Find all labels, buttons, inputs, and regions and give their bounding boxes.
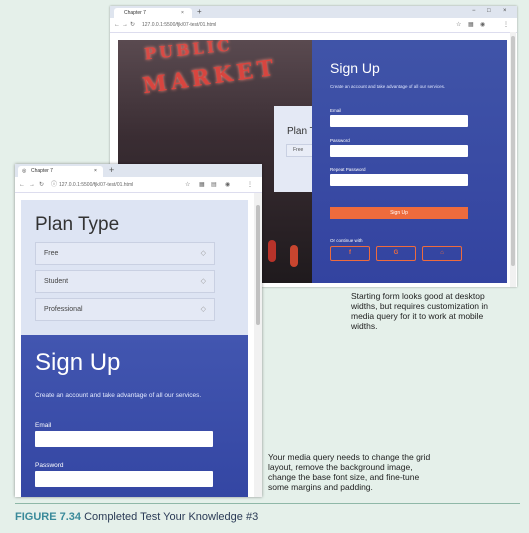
browser-tab[interactable]: Chapter 7 × [114, 8, 192, 18]
profile-icon[interactable]: ◉ [225, 180, 230, 190]
tab-title: Chapter 7 [31, 168, 53, 174]
facebook-icon: f [349, 250, 351, 256]
plan-option-student[interactable]: Student ◇ [35, 270, 215, 293]
plan-option-professional[interactable]: Professional ◇ [35, 298, 215, 321]
email-label: Email [35, 422, 52, 429]
mobile-browser-window: ◎ Chapter 7 × + ← → ↻ ⓘ 127.0.0.1:5500/f… [15, 164, 262, 497]
tab-close-icon[interactable]: × [181, 8, 184, 18]
radio-icon: ◇ [200, 306, 206, 313]
address-bar: ← → ↻ ⓘ 127.0.0.1:5500/fjk/07-test/01.ht… [15, 177, 262, 193]
figure-caption: FIGURE 7.34 Completed Test Your Knowledg… [15, 511, 258, 523]
plan-type-panel: Plan Type Free ◇ Student ◇ Professional … [21, 200, 248, 335]
note-line: some margins and padding. [268, 482, 373, 492]
new-tab-icon[interactable]: + [197, 7, 202, 17]
note-line: Your media query needs to change the gri… [268, 452, 431, 462]
sign-text-public: PUBLIC [143, 40, 234, 64]
email-field[interactable] [330, 115, 468, 127]
url-input[interactable]: 127.0.0.1:5500/fjk/07-test/01.html [142, 21, 462, 29]
scrollbar[interactable] [510, 32, 516, 287]
tab-bar: Chapter 7 × + − □ × [110, 6, 517, 18]
bookmark-star-icon[interactable]: ☆ [456, 20, 461, 30]
plan-option-label: Professional [44, 306, 83, 313]
signup-subtitle: Create an account and take advantage of … [330, 84, 446, 89]
tab-bar: ◎ Chapter 7 × + [15, 164, 262, 177]
reload-icon[interactable]: ↻ [39, 180, 44, 190]
reading-list-icon[interactable]: ▤ [211, 180, 217, 190]
extensions-icon[interactable]: ▦ [199, 180, 205, 190]
menu-icon[interactable]: ⋮ [503, 20, 509, 30]
signup-button[interactable]: Sign Up [330, 207, 468, 219]
signup-panel: Sign Up Create an account and take advan… [21, 335, 248, 497]
figure-caption-text: Completed Test Your Knowledge #3 [84, 511, 259, 523]
back-icon[interactable]: ← [19, 180, 25, 190]
password-label: Password [35, 462, 64, 469]
password-field[interactable] [330, 145, 468, 157]
or-continue-text: Or continue with [330, 238, 363, 243]
extensions-icon[interactable]: ▦ [468, 20, 474, 30]
plan-option-label: Free [44, 250, 59, 257]
figure-number: FIGURE 7.34 [15, 511, 82, 523]
signup-panel: Sign Up Create an account and take advan… [312, 40, 507, 283]
reload-icon[interactable]: ↻ [130, 20, 135, 30]
repeat-password-label: Repeat Password [330, 167, 366, 172]
browser-tab[interactable]: ◎ Chapter 7 × [18, 166, 103, 177]
mobile-note: Your media query needs to change the gri… [268, 452, 430, 492]
radio-icon: ◇ [200, 250, 206, 257]
email-field[interactable] [35, 431, 213, 447]
signup-heading: Sign Up [35, 349, 121, 376]
plan-option-label: Free [293, 147, 304, 153]
scrollbar[interactable] [254, 193, 262, 497]
maximize-icon[interactable]: □ [487, 6, 491, 16]
url-input[interactable]: 127.0.0.1:5500/fjk/07-test/01.html [59, 181, 179, 189]
note-line: widths. [351, 321, 378, 331]
tab-close-icon[interactable]: × [94, 166, 97, 177]
globe-icon: ◎ [22, 168, 27, 174]
signup-heading: Sign Up [330, 60, 380, 76]
scrollbar-thumb[interactable] [511, 36, 515, 266]
note-line: media query for it to work at mobile [351, 311, 484, 321]
back-icon[interactable]: ← [114, 20, 120, 30]
note-line: layout, remove the background image, [268, 462, 413, 472]
github-button[interactable]: ⌂ [422, 246, 462, 261]
plan-type-heading: Plan Type [35, 214, 120, 235]
pepper-decor [268, 240, 276, 262]
password-field[interactable] [35, 471, 213, 487]
note-line: change the base font size, and fine-tune [268, 472, 420, 482]
google-icon: G [393, 250, 399, 256]
password-label: Password [330, 138, 350, 143]
scrollbar-thumb[interactable] [256, 205, 260, 325]
plan-option-label: Student [44, 278, 69, 285]
tab-title: Chapter 7 [124, 10, 146, 16]
radio-icon: ◇ [200, 278, 206, 285]
repeat-password-field[interactable] [330, 174, 468, 186]
bookmark-star-icon[interactable]: ☆ [185, 180, 190, 190]
menu-icon[interactable]: ⋮ [247, 180, 253, 190]
profile-icon[interactable]: ◉ [480, 20, 485, 30]
pepper-decor [290, 245, 298, 267]
signup-subtitle: Create an account and take advantage of … [35, 392, 202, 399]
note-line: widths, but requires customization in [351, 301, 489, 311]
new-tab-icon[interactable]: + [109, 165, 114, 176]
close-window-icon[interactable]: × [503, 6, 507, 16]
minimize-icon[interactable]: − [472, 6, 476, 16]
address-bar: ← → ↻ 127.0.0.1:5500/fjk/07-test/01.html… [110, 18, 517, 33]
forward-icon[interactable]: → [29, 180, 35, 190]
email-label: Email [330, 108, 342, 113]
facebook-button[interactable]: f [330, 246, 370, 261]
google-button[interactable]: G [376, 246, 416, 261]
note-line: Starting form looks good at desktop [351, 291, 485, 301]
info-icon: ⓘ [51, 182, 58, 188]
desktop-note: Starting form looks good at desktop widt… [351, 291, 488, 331]
forward-icon[interactable]: → [122, 20, 128, 30]
github-icon: ⌂ [440, 250, 444, 256]
plan-option-free[interactable]: Free ◇ [35, 242, 215, 265]
caption-divider [15, 503, 520, 504]
